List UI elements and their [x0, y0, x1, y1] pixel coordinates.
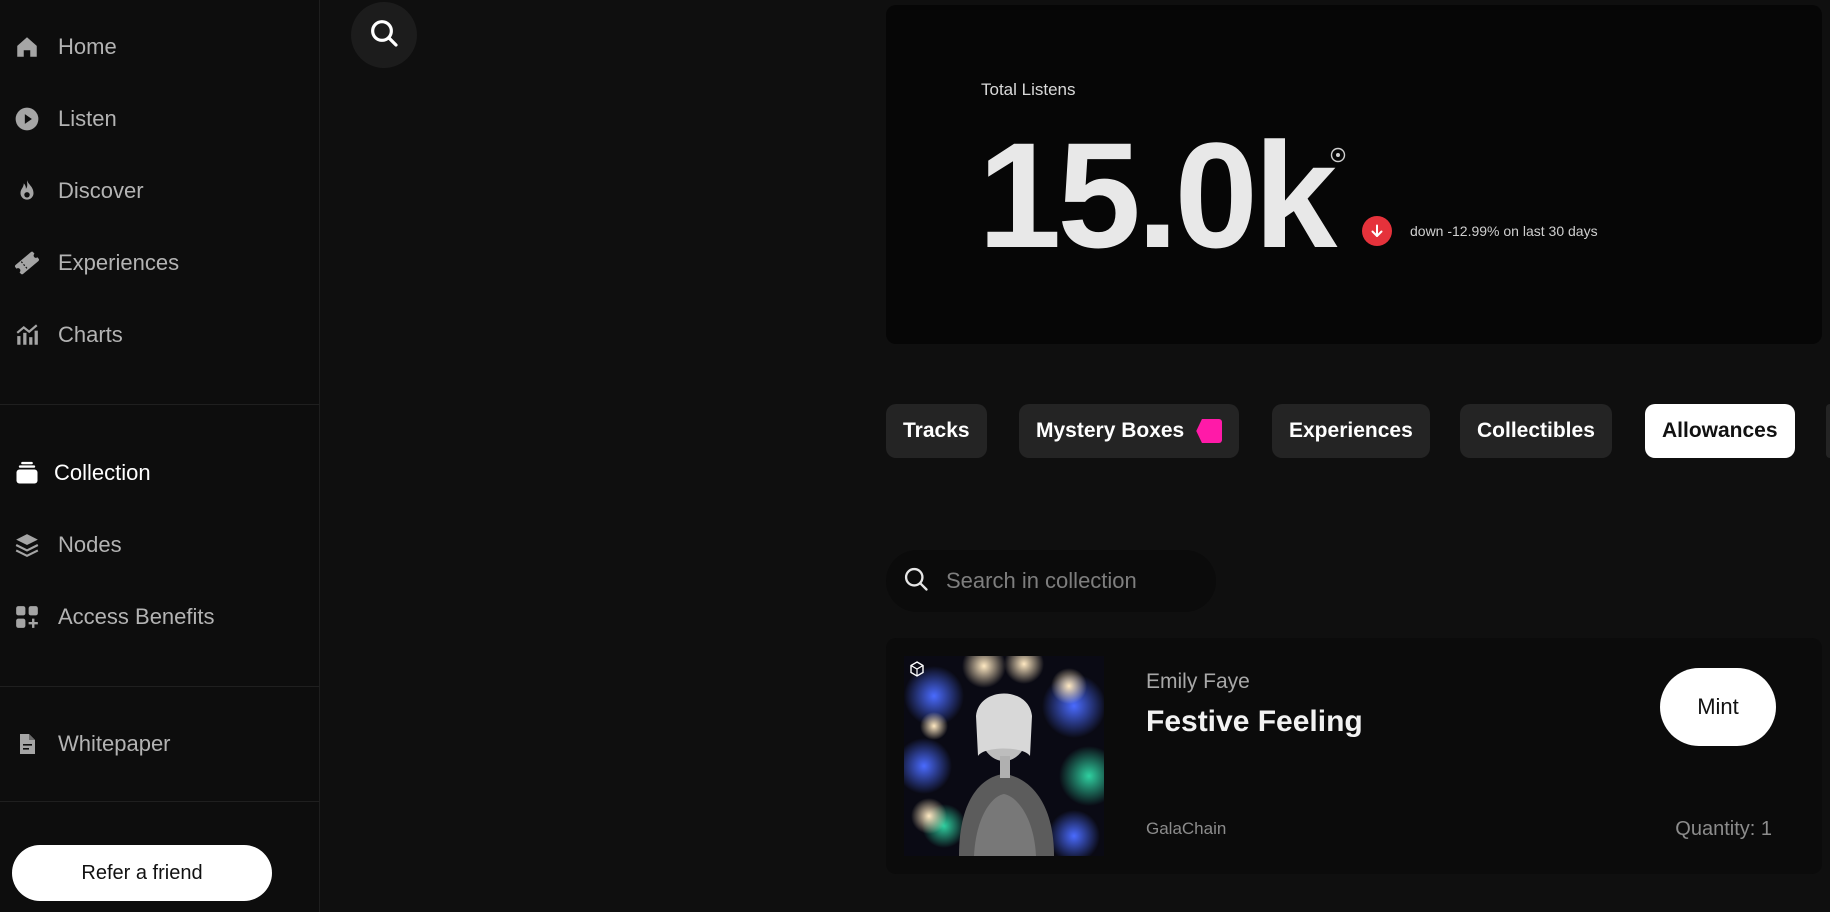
stats-label: Total Listens — [981, 80, 1076, 99]
stats-value: 15.0k — [978, 111, 1337, 279]
collection-icon — [12, 458, 42, 488]
sidebar-item-experiences[interactable]: Experiences — [12, 243, 179, 283]
sidebar: Home Listen Discover Experiences Charts — [0, 0, 320, 912]
sidebar-item-access-benefits[interactable]: Access Benefits — [12, 597, 215, 637]
collection-search — [886, 550, 1216, 612]
sidebar-item-whitepaper[interactable]: Whitepaper — [12, 724, 171, 764]
home-icon — [12, 32, 42, 62]
global-search-button[interactable] — [351, 2, 417, 68]
sidebar-item-label: Collection — [54, 460, 151, 485]
item-quantity: Quantity: 1 — [1675, 818, 1772, 840]
tabs-overflow-edge[interactable] — [1826, 404, 1830, 458]
total-listens-card: Total Listens 15.0k down -12.99% on last… — [886, 5, 1822, 344]
item-title[interactable]: Festive Feeling — [1146, 705, 1363, 739]
apps-add-icon — [12, 602, 42, 632]
sidebar-item-label: Discover — [58, 178, 144, 203]
collection-tabs: Tracks Mystery Boxes Experiences Collect… — [886, 404, 1830, 458]
tab-label: Allowances — [1662, 419, 1778, 442]
trend-text: down -12.99% on last 30 days — [1410, 223, 1598, 239]
layers-icon — [12, 530, 42, 560]
refer-friend-button[interactable]: Refer a friend — [12, 845, 272, 901]
tab-label: Tracks — [903, 419, 970, 442]
sidebar-item-collection[interactable]: Collection — [12, 453, 151, 493]
tab-tracks[interactable]: Tracks — [886, 404, 987, 458]
search-icon — [368, 17, 400, 54]
tab-mystery-boxes[interactable]: Mystery Boxes — [1019, 404, 1240, 458]
tab-collectibles[interactable]: Collectibles — [1460, 404, 1612, 458]
mint-button[interactable]: Mint — [1660, 668, 1776, 746]
flame-icon — [12, 176, 42, 206]
sidebar-item-listen[interactable]: Listen — [12, 99, 117, 139]
track-artwork — [904, 656, 1104, 856]
collection-search-input[interactable] — [946, 568, 1186, 594]
tab-allowances[interactable]: Allowances — [1645, 404, 1795, 458]
tab-label: Mystery Boxes — [1036, 419, 1185, 442]
tab-label: Collectibles — [1477, 419, 1595, 442]
tab-experiences[interactable]: Experiences — [1272, 404, 1430, 458]
sidebar-item-label: Home — [58, 34, 117, 59]
ticket-icon — [12, 248, 42, 278]
document-icon — [12, 729, 42, 759]
info-icon[interactable] — [1330, 147, 1346, 163]
chart-icon — [12, 320, 42, 350]
play-circle-icon — [12, 104, 42, 134]
trend-down-icon — [1362, 216, 1392, 246]
sidebar-item-label: Charts — [58, 322, 123, 347]
search-icon — [902, 565, 930, 598]
sidebar-divider — [0, 404, 320, 405]
collection-item-card[interactable]: Emily Faye Festive Feeling GalaChain Qua… — [886, 638, 1822, 874]
sidebar-item-discover[interactable]: Discover — [12, 171, 144, 211]
sidebar-item-label: Listen — [58, 106, 117, 131]
sidebar-item-label: Experiences — [58, 250, 180, 275]
sidebar-divider — [0, 686, 320, 687]
galachain-badge-icon — [908, 660, 926, 678]
item-chain: GalaChain — [1146, 819, 1227, 838]
tag-icon — [1196, 419, 1223, 443]
app-root: Home Listen Discover Experiences Charts — [0, 0, 1830, 912]
sidebar-item-charts[interactable]: Charts — [12, 315, 123, 355]
tab-label: Experiences — [1289, 419, 1413, 442]
sidebar-item-label: Nodes — [58, 532, 122, 557]
sidebar-item-home[interactable]: Home — [12, 27, 117, 67]
sidebar-divider — [0, 801, 320, 802]
sidebar-item-nodes[interactable]: Nodes — [12, 525, 122, 565]
sidebar-item-label: Access Benefits — [58, 604, 215, 629]
sidebar-item-label: Whitepaper — [58, 731, 171, 756]
item-artist[interactable]: Emily Faye — [1146, 670, 1250, 694]
